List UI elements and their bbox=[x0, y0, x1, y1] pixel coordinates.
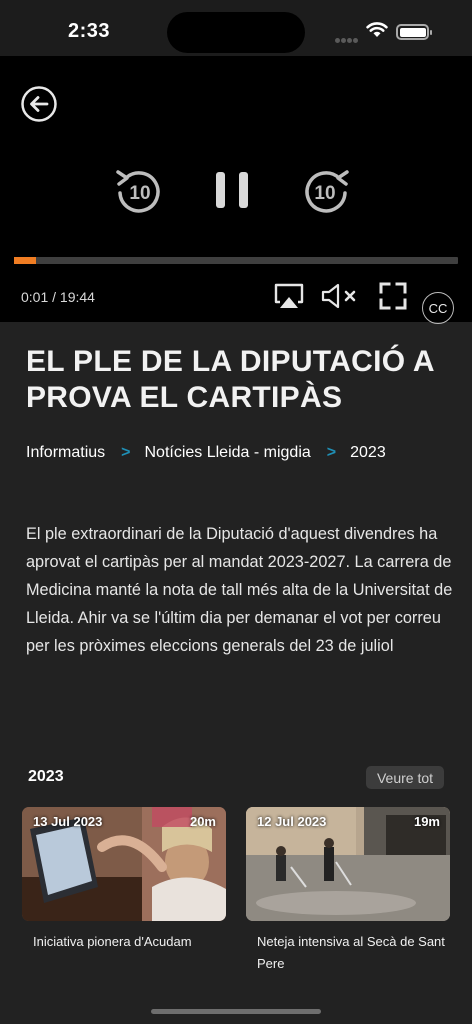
pause-button[interactable] bbox=[212, 168, 252, 212]
video-title: Iniciativa pionera d'Acudam bbox=[33, 934, 192, 949]
progress-fill bbox=[14, 257, 37, 264]
closed-captions-button[interactable]: CC bbox=[422, 292, 454, 324]
breadcrumb-item-program[interactable]: Informatius bbox=[26, 444, 105, 461]
rewind-seconds-label: 10 bbox=[129, 183, 150, 204]
episode-description: El ple extraordinari de la Diputació d'a… bbox=[26, 525, 453, 655]
see-all-button[interactable]: Veure tot bbox=[366, 766, 444, 789]
forward-seconds-label: 10 bbox=[314, 183, 335, 204]
video-thumbnail: 12 Jul 2023 19m bbox=[246, 807, 450, 921]
mute-button[interactable] bbox=[320, 282, 360, 310]
back-button[interactable] bbox=[20, 85, 58, 123]
status-time: 2:33 bbox=[68, 20, 111, 42]
cellular-signal-icon bbox=[335, 30, 359, 48]
video-duration: 19m bbox=[413, 814, 440, 829]
breadcrumb-separator: > bbox=[121, 444, 131, 461]
page-title: EL PLE DE LA DIPUTACIÓ A PROVA EL CARTIP… bbox=[26, 345, 434, 414]
video-card[interactable]: 13 Jul 2023 20m Iniciativa pionera d'Acu… bbox=[22, 807, 226, 949]
status-bar: 2:33 bbox=[0, 0, 472, 56]
airplay-button[interactable] bbox=[273, 282, 305, 310]
related-section-title: 2023 bbox=[28, 768, 64, 785]
breadcrumb-item-show[interactable]: Notícies Lleida - migdia bbox=[144, 444, 310, 461]
dynamic-island bbox=[167, 12, 305, 53]
fullscreen-button[interactable] bbox=[378, 281, 408, 311]
time-readout: 0:01 / 19:44 bbox=[21, 289, 95, 305]
home-indicator[interactable] bbox=[151, 1009, 321, 1014]
battery-icon bbox=[396, 24, 432, 40]
video-card[interactable]: 12 Jul 2023 19m Neteja intensiva al Secà… bbox=[246, 807, 450, 971]
rewind-icon: 10 bbox=[116, 170, 160, 213]
breadcrumb: Informatius > Notícies Lleida - migdia >202… bbox=[26, 444, 386, 462]
video-title: Neteja intensiva al Secà de Sant Pere bbox=[257, 934, 445, 971]
breadcrumb-item-year[interactable]: 2023 bbox=[350, 444, 386, 461]
video-thumbnail: 13 Jul 2023 20m bbox=[22, 807, 226, 921]
video-player[interactable]: 10 10 0:01 / 19:44 CC bbox=[0, 56, 472, 324]
video-date: 12 Jul 2023 bbox=[257, 814, 327, 829]
video-date: 13 Jul 2023 bbox=[33, 814, 103, 829]
progress-bar[interactable] bbox=[14, 257, 458, 264]
video-duration: 20m bbox=[189, 814, 216, 829]
wifi-icon bbox=[366, 22, 388, 37]
forward-icon: 10 bbox=[305, 170, 349, 213]
rewind-10-button[interactable]: 10 bbox=[112, 164, 166, 218]
forward-10-button[interactable]: 10 bbox=[299, 164, 353, 218]
breadcrumb-separator: > bbox=[326, 444, 337, 461]
